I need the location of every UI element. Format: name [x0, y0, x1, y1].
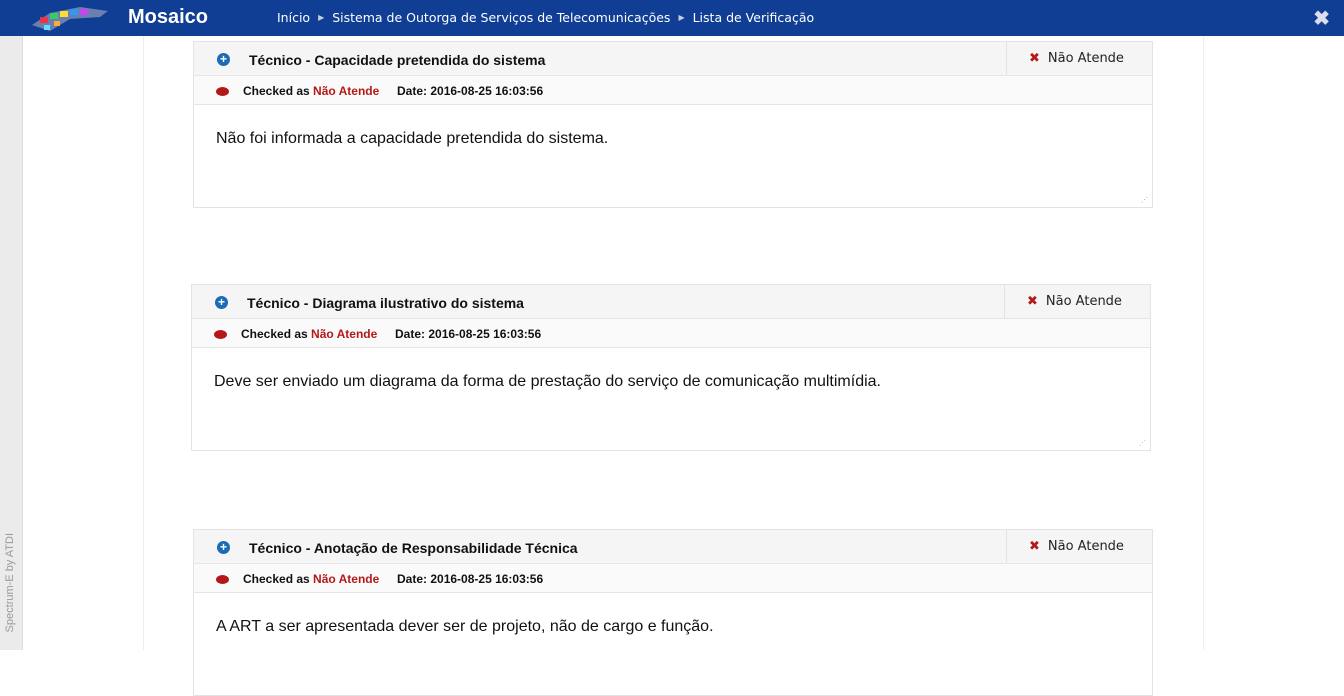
sidebar-credit: Spectrum-E by ATDI: [4, 532, 16, 632]
checklist-item: + Técnico - Diagrama ilustrativo do siste…: [191, 284, 1151, 451]
checked-as: Checked as Não Atende: [243, 572, 379, 586]
x-icon: ✖: [1027, 294, 1038, 309]
status-badge[interactable]: ✖ Não Atende: [1006, 42, 1152, 75]
resize-handle-icon[interactable]: ⋰: [1139, 439, 1146, 447]
app-title[interactable]: Mosaico: [128, 6, 208, 29]
comment-text: A ART a ser apresentada dever ser de pro…: [216, 618, 714, 635]
expand-icon[interactable]: +: [215, 296, 228, 309]
status-label: Não Atende: [1047, 539, 1124, 554]
status-badge[interactable]: ✖ Não Atende: [1004, 285, 1150, 318]
breadcrumb-home[interactable]: Início: [277, 10, 310, 25]
x-icon: ✖: [1029, 51, 1040, 66]
date-label: Date:: [397, 84, 428, 98]
checked-prefix: Checked as: [241, 327, 308, 341]
comment-text: Deve ser enviado um diagrama da forma de…: [214, 373, 881, 390]
checked-value: Não Atende: [311, 327, 378, 341]
checked-prefix: Checked as: [243, 84, 310, 98]
date: Date: 2016-08-25 16:03:56: [397, 572, 543, 586]
breadcrumb-separator-icon: ▶: [678, 13, 685, 22]
date-value: 2016-08-25 16:03:56: [428, 327, 542, 341]
item-title: Técnico - Anotação de Responsabilidade T…: [249, 540, 578, 556]
resize-handle-icon[interactable]: ⋰: [1141, 196, 1148, 204]
breadcrumb-system[interactable]: Sistema de Outorga de Serviços de Teleco…: [332, 10, 670, 25]
checklist-item: + Técnico - Anotação de Responsabilidade …: [193, 529, 1153, 696]
checked-prefix: Checked as: [243, 572, 310, 586]
item-title: Técnico - Diagrama ilustrativo do sistem…: [247, 295, 524, 311]
status-label: Não Atende: [1045, 294, 1122, 309]
comment-textarea[interactable]: Deve ser enviado um diagrama da forma de…: [192, 348, 1150, 450]
checked-as: Checked as Não Atende: [243, 84, 379, 98]
date: Date: 2016-08-25 16:03:56: [397, 84, 543, 98]
date-value: 2016-08-25 16:03:56: [430, 572, 544, 586]
left-sidebar: Spectrum-E by ATDI: [0, 36, 23, 650]
date: Date: 2016-08-25 16:03:56: [395, 327, 541, 341]
comment-textarea[interactable]: Não foi informada a capacidade pretendid…: [194, 105, 1152, 207]
checklist-item: + Técnico - Capacidade pretendida do sist…: [193, 41, 1153, 208]
breadcrumb: Início ▶ Sistema de Outorga de Serviços …: [277, 10, 814, 25]
status-label: Não Atende: [1047, 51, 1124, 66]
expand-icon[interactable]: +: [217, 541, 230, 554]
comment-icon: [216, 575, 229, 584]
status-badge[interactable]: ✖ Não Atende: [1006, 530, 1152, 563]
comment-icon: [214, 330, 227, 339]
comment-text: Não foi informada a capacidade pretendid…: [216, 130, 609, 147]
mosaico-logo: [32, 7, 108, 31]
item-title: Técnico - Capacidade pretendida do siste…: [249, 52, 546, 68]
expand-icon[interactable]: +: [217, 53, 230, 66]
checked-value: Não Atende: [313, 84, 380, 98]
checked-as: Checked as Não Atende: [241, 327, 377, 341]
x-icon: ✖: [1029, 539, 1040, 554]
date-label: Date:: [395, 327, 426, 341]
close-icon[interactable]: ✖: [1313, 6, 1330, 31]
date-label: Date:: [397, 572, 428, 586]
comment-icon: [216, 87, 229, 96]
breadcrumb-separator-icon: ▶: [318, 13, 325, 22]
top-bar: Mosaico Início ▶ Sistema de Outorga de S…: [0, 0, 1344, 36]
comment-textarea[interactable]: A ART a ser apresentada dever ser de pro…: [194, 593, 1152, 695]
breadcrumb-checklist[interactable]: Lista de Verificação: [693, 10, 815, 25]
checked-value: Não Atende: [313, 572, 380, 586]
date-value: 2016-08-25 16:03:56: [430, 84, 544, 98]
